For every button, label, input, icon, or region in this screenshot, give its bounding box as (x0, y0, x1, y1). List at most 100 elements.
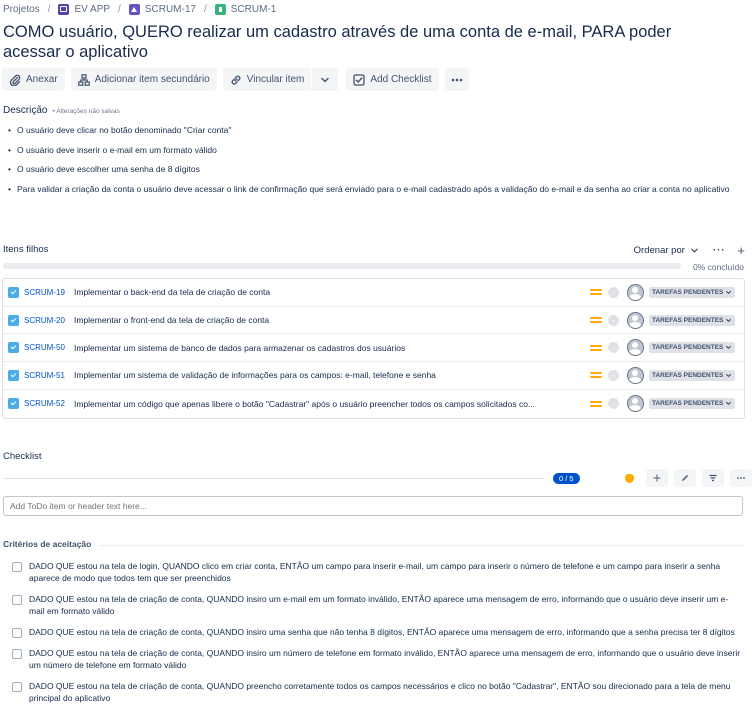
child-issue-key[interactable]: SCRUM-20 (24, 316, 74, 325)
breadcrumb-parent-label: SCRUM-17 (144, 3, 196, 15)
child-issue-key[interactable]: SCRUM-51 (24, 371, 74, 380)
hierarchy-icon (77, 73, 90, 86)
priority-medium-icon (590, 371, 602, 379)
breadcrumb: Projetos / EV APP / SCRUM-17 / SCRUM-1 (3, 2, 276, 16)
breadcrumb-current[interactable]: SCRUM-1 (214, 3, 276, 15)
order-by-button[interactable]: Ordenar por (634, 245, 699, 256)
assignee-avatar[interactable] (627, 366, 644, 384)
child-issue-key[interactable]: SCRUM-19 (24, 288, 74, 297)
status-dropdown[interactable]: TAREFAS PENDENTES (649, 314, 736, 326)
checklist-checkbox[interactable] (12, 648, 22, 659)
add-item-icon[interactable] (646, 469, 668, 487)
checklist-item: DADO QUE estou na tela de criação de con… (12, 626, 742, 639)
breadcrumb-parent[interactable]: SCRUM-17 (128, 3, 196, 15)
assignee-avatar[interactable] (627, 395, 644, 413)
checklist-label: Checklist (3, 451, 42, 462)
breadcrumb-project[interactable]: EV APP (58, 3, 111, 15)
status-dropdown[interactable]: TAREFAS PENDENTES (649, 286, 736, 298)
checklist-item-text[interactable]: DADO QUE estou na tela de criação de con… (29, 626, 741, 638)
assignee-avatar[interactable] (627, 283, 644, 301)
description-item: O usuário deve inserir o e-mail em um fo… (8, 142, 743, 159)
child-issue-summary[interactable]: Implementar um sistema de banco de dados… (74, 343, 582, 353)
filter-icon[interactable] (702, 469, 724, 487)
status-dropdown[interactable]: TAREFAS PENDENTES (649, 398, 736, 410)
add-todo-input[interactable] (3, 496, 743, 516)
issue-title[interactable]: COMO usuário, QUERO realizar um cadastro… (3, 22, 733, 62)
issue-toolbar: Anexar Adicionar item secundário Vincula… (2, 68, 475, 91)
add-child-label: Adicionar item secundário (94, 74, 210, 85)
section-divider (100, 545, 743, 546)
task-icon (8, 342, 19, 354)
child-issue-row[interactable]: SCRUM-51 Implementar um sistema de valid… (3, 362, 744, 390)
breadcrumb-projects[interactable]: Projetos (3, 4, 40, 15)
story-icon (214, 3, 226, 15)
checklist-item: DADO QUE estou na tela de criação de con… (12, 647, 742, 672)
child-issues-actions: Ordenar por ··· + (634, 243, 745, 258)
description-item: O usuário deve escolher uma senha de 8 d… (8, 161, 743, 178)
priority-medium-icon (590, 344, 602, 352)
child-issue-row[interactable]: SCRUM-52 Implementar um código que apena… (3, 390, 744, 418)
status-label: TAREFAS PENDENTES (652, 288, 724, 296)
link-issue-button[interactable]: Vincular item (222, 68, 312, 91)
estimate-badge: - (608, 398, 619, 410)
checklist-checkbox[interactable] (12, 595, 22, 606)
chevron-down-icon (726, 318, 732, 322)
checklist-section-header: Critérios de aceitação (3, 539, 92, 549)
breadcrumb-separator: / (203, 3, 207, 15)
checklist-item-text[interactable]: DADO QUE estou na tela de criação de con… (29, 647, 741, 672)
child-issue-row[interactable]: SCRUM-50 Implementar um sistema de banco… (3, 334, 744, 363)
order-by-label: Ordenar por (633, 245, 685, 256)
add-child-button[interactable]: Adicionar item secundário (70, 68, 217, 91)
child-issue-summary[interactable]: Implementar um sistema de validação de i… (74, 370, 582, 380)
checklist-checkbox[interactable] (12, 562, 22, 572)
more-actions-button[interactable] (444, 68, 469, 91)
child-issue-row[interactable]: SCRUM-20 Implementar o front-end da tela… (3, 307, 744, 335)
more-icon[interactable] (730, 469, 752, 487)
description-content[interactable]: O usuário deve clicar no botão denominad… (8, 122, 743, 200)
assignee-avatar[interactable] (627, 339, 644, 357)
priority-medium-icon (590, 316, 602, 324)
task-icon (8, 286, 19, 298)
child-issue-key[interactable]: SCRUM-50 (24, 343, 74, 352)
checklist-item-text[interactable]: DADO QUE estou na tela de criação de con… (29, 593, 741, 618)
child-issue-summary[interactable]: Implementar o back-end da tela de criaçã… (74, 287, 582, 297)
task-icon (8, 369, 19, 381)
checklist-item: DADO QUE estou na tela de criação de con… (12, 593, 742, 618)
priority-medium-icon (590, 400, 602, 408)
checklist-tools (612, 469, 752, 487)
breadcrumb-project-label: EV APP (74, 3, 111, 15)
child-issue-row[interactable]: SCRUM-19 Implementar o back-end da tela … (3, 279, 744, 307)
assignee-avatar[interactable] (627, 311, 644, 329)
chevron-down-icon (726, 401, 732, 406)
add-checklist-button[interactable]: Add Checklist (346, 68, 439, 91)
checklist-checkbox[interactable] (12, 682, 22, 693)
checklist-item-text[interactable]: DADO QUE estou na tela de criação de con… (29, 680, 741, 705)
child-issue-summary[interactable]: Implementar o front-end da tela de criaç… (74, 315, 582, 325)
description-heading: Descrição • Alterações não salvas (3, 105, 120, 116)
checkbox-icon (353, 73, 366, 86)
description-label: Descrição (3, 105, 48, 116)
add-child-issue-icon[interactable]: + (737, 243, 745, 258)
edit-pencil-icon[interactable] (674, 469, 696, 487)
child-issue-summary[interactable]: Implementar um código que apenas libere … (74, 399, 582, 409)
paperclip-icon (9, 74, 21, 86)
checklist-count-badge: 0 / 5 (553, 473, 580, 484)
chevron-down-icon (691, 248, 698, 253)
checklist-items: DADO QUE estou na tela de login, QUANDO … (12, 560, 742, 713)
status-label: TAREFAS PENDENTES (652, 316, 724, 324)
attach-button[interactable]: Anexar (2, 68, 65, 91)
checklist-checkbox[interactable] (12, 628, 22, 639)
child-issues-progress-bar (3, 263, 681, 269)
child-issue-key[interactable]: SCRUM-52 (24, 399, 74, 408)
chevron-down-icon (726, 373, 732, 378)
checklist-item: DADO QUE estou na tela de criação de con… (12, 680, 742, 705)
status-dropdown[interactable]: TAREFAS PENDENTES (649, 369, 736, 381)
child-issues-more-icon[interactable]: ··· (713, 245, 726, 256)
status-dropdown[interactable]: TAREFAS PENDENTES (649, 342, 736, 354)
checklist-item-text[interactable]: DADO QUE estou na tela de login, QUANDO … (29, 560, 741, 585)
task-icon (8, 398, 19, 410)
chevron-down-icon (726, 346, 732, 350)
link-issue-dropdown[interactable] (312, 68, 339, 91)
hand-icon[interactable] (618, 469, 640, 487)
breadcrumb-separator: / (47, 3, 51, 15)
